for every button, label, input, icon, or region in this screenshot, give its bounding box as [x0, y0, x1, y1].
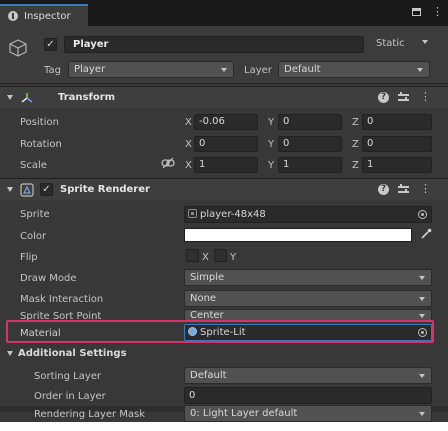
- axis-x-label[interactable]: X: [185, 117, 192, 128]
- tab-label: Inspector: [24, 10, 71, 22]
- scale-label: Scale: [20, 160, 47, 171]
- object-picker-icon[interactable]: [418, 210, 427, 219]
- material-label: Material: [20, 328, 61, 339]
- transform-title: Transform: [58, 92, 116, 103]
- position-y-field[interactable]: 0: [278, 114, 342, 130]
- axis-x-label[interactable]: X: [185, 160, 192, 171]
- draw-mode-dropdown[interactable]: Simple: [184, 269, 432, 286]
- order-in-layer-field[interactable]: 0: [184, 387, 432, 404]
- foldout-arrow-icon[interactable]: [7, 187, 13, 192]
- order-in-layer-label: Order in Layer: [34, 391, 106, 402]
- chevron-down-icon: [419, 297, 425, 301]
- gameobject-active-checkbox[interactable]: ✓: [44, 38, 57, 51]
- sprite-renderer-header[interactable]: ✓ Sprite Renderer ? ⋮: [0, 178, 448, 200]
- flip-x-checkbox[interactable]: [186, 249, 199, 262]
- sprite-asset-icon: [188, 209, 197, 218]
- lock-icon[interactable]: [412, 8, 421, 16]
- flip-x-label: X: [202, 252, 209, 263]
- component-menu-icon[interactable]: ⋮: [420, 183, 431, 194]
- transform-icon: [21, 93, 33, 103]
- object-picker-icon[interactable]: [418, 328, 427, 337]
- presets-icon[interactable]: [398, 92, 409, 103]
- presets-icon[interactable]: [398, 184, 409, 195]
- sprite-renderer-enabled-checkbox[interactable]: ✓: [40, 183, 53, 196]
- axis-y-label[interactable]: Y: [268, 160, 274, 171]
- sprite-object-field[interactable]: player-48x48: [184, 206, 432, 223]
- chevron-down-icon: [419, 374, 425, 378]
- sorting-layer-value: Default: [190, 370, 227, 381]
- link-icon[interactable]: [161, 157, 175, 169]
- mask-interaction-value: None: [190, 293, 217, 304]
- help-icon[interactable]: ?: [378, 184, 389, 195]
- more-menu-icon[interactable]: ⋮: [432, 6, 443, 17]
- color-label: Color: [20, 231, 47, 242]
- tag-value: Player: [74, 64, 106, 75]
- scale-x-field[interactable]: 1: [194, 157, 258, 173]
- position-x-field[interactable]: -0.06: [194, 114, 258, 130]
- sprite-renderer-title: Sprite Renderer: [60, 184, 150, 195]
- flip-y-checkbox[interactable]: [214, 249, 227, 262]
- position-label: Position: [20, 117, 59, 128]
- sprite-value: player-48x48: [200, 209, 266, 220]
- flip-y-label: Y: [230, 252, 237, 263]
- layer-value: Default: [284, 64, 321, 75]
- mask-interaction-dropdown[interactable]: None: [184, 290, 432, 307]
- sprite-renderer-icon: [20, 183, 34, 197]
- chevron-down-icon: [221, 68, 227, 72]
- eyedropper-icon[interactable]: [420, 228, 432, 240]
- sorting-layer-dropdown[interactable]: Default: [184, 367, 432, 384]
- additional-settings-foldout-icon[interactable]: [7, 351, 13, 356]
- foldout-arrow-icon[interactable]: [7, 95, 13, 100]
- axis-z-label[interactable]: Z: [352, 117, 359, 128]
- mask-interaction-label: Mask Interaction: [20, 294, 104, 305]
- chevron-down-icon: [419, 276, 425, 280]
- tag-label: Tag: [44, 65, 61, 76]
- material-value: Sprite-Lit: [200, 327, 246, 338]
- sorting-layer-label: Sorting Layer: [34, 371, 102, 382]
- transform-header[interactable]: Transform ? ⋮: [0, 86, 448, 108]
- static-dropdown-icon[interactable]: [422, 40, 428, 44]
- rotation-x-field[interactable]: 0: [194, 136, 258, 152]
- flip-label: Flip: [20, 252, 38, 263]
- rotation-y-field[interactable]: 0: [278, 136, 342, 152]
- sprite-label: Sprite: [20, 209, 50, 220]
- axis-x-label[interactable]: X: [185, 139, 192, 150]
- rendering-layer-mask-dropdown[interactable]: 0: Light Layer default: [184, 405, 432, 422]
- component-menu-icon[interactable]: ⋮: [420, 91, 431, 102]
- tab-inspector[interactable]: Inspector: [0, 4, 88, 26]
- tag-dropdown[interactable]: Player: [68, 61, 234, 78]
- scale-y-field[interactable]: 1: [278, 157, 342, 173]
- gameobject-header: ✓ Player Static Tag Player Layer Default: [0, 26, 448, 84]
- axis-z-label[interactable]: Z: [352, 139, 359, 150]
- rendering-layer-mask-value: 0: Light Layer default: [190, 408, 298, 419]
- rendering-layer-mask-label: Rendering Layer Mask: [34, 409, 146, 420]
- position-z-field[interactable]: 0: [362, 114, 432, 130]
- axis-y-label[interactable]: Y: [268, 139, 274, 150]
- additional-settings-label[interactable]: Additional Settings: [18, 348, 127, 359]
- axis-z-label[interactable]: Z: [352, 160, 359, 171]
- chevron-down-icon: [417, 68, 423, 72]
- help-icon[interactable]: ?: [378, 92, 389, 103]
- material-asset-icon: [188, 327, 197, 336]
- color-swatch[interactable]: [184, 228, 412, 242]
- rotation-label: Rotation: [20, 139, 62, 150]
- draw-mode-label: Draw Mode: [20, 273, 77, 284]
- scale-z-field[interactable]: 1: [362, 157, 432, 173]
- static-label[interactable]: Static: [376, 38, 405, 49]
- chevron-down-icon: [419, 314, 425, 318]
- material-object-field[interactable]: Sprite-Lit: [184, 324, 432, 341]
- tab-bar: Inspector ⋮: [0, 0, 448, 26]
- layer-label: Layer: [244, 65, 272, 76]
- gameobject-name-field[interactable]: Player: [64, 36, 364, 53]
- chevron-down-icon: [419, 412, 425, 416]
- axis-y-label[interactable]: Y: [268, 117, 274, 128]
- draw-mode-value: Simple: [190, 272, 225, 283]
- info-icon: [8, 11, 18, 21]
- bottom-white-strip: [0, 422, 448, 431]
- gameobject-cube-icon: [9, 39, 27, 57]
- layer-dropdown[interactable]: Default: [278, 61, 430, 78]
- rotation-z-field[interactable]: 0: [362, 136, 432, 152]
